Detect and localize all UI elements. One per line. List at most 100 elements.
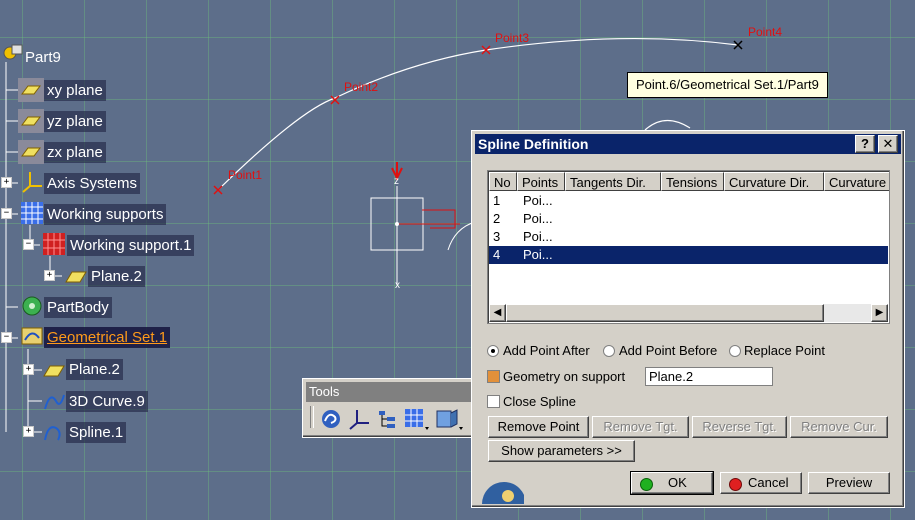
- plane-handle: [422, 209, 456, 229]
- dialog-title[interactable]: Spline Definition: [475, 134, 901, 154]
- expand-toggle[interactable]: +: [23, 426, 34, 437]
- tree-item-zx-plane[interactable]: zx plane: [44, 142, 106, 163]
- z-axis-label: z: [394, 176, 399, 187]
- remove-tgt-button[interactable]: Remove Tgt.: [592, 416, 689, 438]
- column-header-points[interactable]: Points: [517, 172, 565, 191]
- column-header-no[interactable]: No: [489, 172, 517, 191]
- reverse-tgt-button[interactable]: Reverse Tgt.: [692, 416, 787, 438]
- axis-tool-icon[interactable]: [347, 407, 371, 431]
- expand-toggle[interactable]: +: [23, 364, 34, 375]
- help-button[interactable]: ?: [855, 135, 875, 153]
- column-header-curvature-dir[interactable]: Curvature Dir.: [724, 172, 824, 191]
- spline-icon: [44, 426, 61, 441]
- axis-system-icon: [22, 172, 42, 193]
- plane-icon: [18, 140, 44, 164]
- curve-icon: [44, 394, 65, 410]
- ok-label: OK: [668, 475, 687, 490]
- geometrical-set-icon: [21, 327, 43, 345]
- preview-button[interactable]: Preview: [808, 472, 890, 494]
- table-row[interactable]: 1 Poi...: [489, 192, 888, 210]
- replace-point-label[interactable]: Replace Point: [744, 343, 825, 358]
- toolbar-title[interactable]: Tools: [306, 382, 472, 402]
- tree-item-3d-curve-9[interactable]: 3D Curve.9: [66, 391, 148, 412]
- collapse-toggle[interactable]: −: [1, 332, 12, 343]
- tree-item-partbody[interactable]: PartBody: [44, 297, 112, 318]
- column-header-tangents-dir[interactable]: Tangents Dir.: [565, 172, 661, 191]
- tools-toolbar[interactable]: Tools: [302, 378, 476, 438]
- tree-item-geometrical-set-1[interactable]: Geometrical Set.1: [44, 327, 171, 348]
- replace-point-radio[interactable]: [729, 345, 741, 357]
- plane-icon: [43, 365, 65, 377]
- cancel-label: Cancel: [748, 475, 789, 490]
- row-point: Poi...: [523, 193, 553, 208]
- add-point-before-label[interactable]: Add Point Before: [619, 343, 717, 358]
- working-support-icon: [43, 233, 65, 255]
- ok-button[interactable]: OK: [630, 471, 714, 495]
- horizontal-scrollbar[interactable]: ◀ ▶: [489, 304, 888, 322]
- tree-item-working-support-1[interactable]: Working support.1: [67, 235, 195, 256]
- collapse-toggle[interactable]: −: [1, 208, 12, 219]
- expand-toggle[interactable]: +: [1, 177, 12, 188]
- column-header-curvature[interactable]: Curvature: [824, 172, 889, 191]
- close-button[interactable]: ✕: [878, 135, 898, 153]
- row-point: Poi...: [523, 211, 553, 226]
- spline-tool-icon[interactable]: [319, 407, 343, 431]
- point1-label: Point1: [228, 168, 263, 182]
- scroll-left-icon[interactable]: ◀: [489, 304, 506, 322]
- geometry-on-support-field[interactable]: Plane.2: [645, 367, 773, 386]
- collapse-toggle[interactable]: −: [23, 239, 34, 250]
- add-point-after-label[interactable]: Add Point After: [503, 343, 590, 358]
- part-icon: [3, 44, 23, 60]
- tree-item-working-supports[interactable]: Working supports: [44, 204, 167, 225]
- row-no: 4: [493, 247, 501, 262]
- plane-icon: [65, 271, 87, 283]
- tree-root-part9[interactable]: Part9: [22, 47, 64, 68]
- show-parameters-button[interactable]: Show parameters >>: [488, 440, 635, 462]
- geometry-on-support-label[interactable]: Geometry on support: [503, 369, 625, 384]
- grid-tool-icon[interactable]: [403, 407, 431, 431]
- expand-toggle[interactable]: +: [44, 270, 55, 281]
- point4-label: Point4: [748, 25, 783, 39]
- add-point-after-radio[interactable]: [487, 345, 499, 357]
- ok-icon: [640, 478, 653, 491]
- tree-item-axis-systems[interactable]: Axis Systems: [44, 173, 141, 194]
- remove-point-button[interactable]: Remove Point: [488, 416, 589, 438]
- tree-tool-icon[interactable]: [375, 407, 399, 431]
- row-no: 3: [493, 229, 501, 244]
- tree-item-plane-2[interactable]: Plane.2: [88, 266, 145, 287]
- plane-icon: [18, 78, 44, 102]
- cancel-button[interactable]: Cancel: [720, 472, 802, 494]
- row-no: 1: [493, 193, 501, 208]
- table-row-selected[interactable]: 4 Poi...: [489, 246, 888, 264]
- add-point-before-radio[interactable]: [603, 345, 615, 357]
- toolbar-grip[interactable]: [310, 406, 314, 428]
- geometry-on-support-checkbox[interactable]: [487, 370, 500, 383]
- close-spline-checkbox[interactable]: [487, 395, 500, 408]
- tree-item-xy-plane[interactable]: xy plane: [44, 80, 106, 101]
- tree-item-plane-2-geo[interactable]: Plane.2: [66, 359, 123, 380]
- column-header-tensions[interactable]: Tensions: [661, 172, 724, 191]
- point2-label: Point2: [344, 80, 379, 94]
- x-axis-label: x: [395, 280, 400, 291]
- dialog-decoration-icon: [482, 482, 524, 504]
- row-no: 2: [493, 211, 501, 226]
- table-row[interactable]: 3 Poi...: [489, 228, 888, 246]
- cancel-icon: [729, 478, 742, 491]
- part-body-icon: [22, 296, 42, 316]
- tooltip: Point.6/Geometrical Set.1/Part9: [627, 72, 828, 98]
- point1-marker: [213, 185, 223, 195]
- tree-item-spline-1[interactable]: Spline.1: [66, 422, 127, 443]
- close-spline-label[interactable]: Close Spline: [503, 394, 576, 409]
- extrude-tool-icon[interactable]: [433, 407, 469, 431]
- points-table[interactable]: No Points Tangents Dir. Tensions Curvatu…: [487, 170, 890, 324]
- row-point: Poi...: [523, 247, 553, 262]
- tree-item-yz-plane[interactable]: yz plane: [44, 111, 106, 132]
- row-point: Poi...: [523, 229, 553, 244]
- table-row[interactable]: 2 Poi...: [489, 210, 888, 228]
- axis-system: [370, 186, 476, 285]
- grid-icon: [21, 202, 43, 224]
- scroll-right-icon[interactable]: ▶: [871, 304, 888, 322]
- remove-cur-button[interactable]: Remove Cur.: [790, 416, 888, 438]
- point3-label: Point3: [495, 31, 530, 45]
- scrollbar-thumb[interactable]: [506, 304, 824, 322]
